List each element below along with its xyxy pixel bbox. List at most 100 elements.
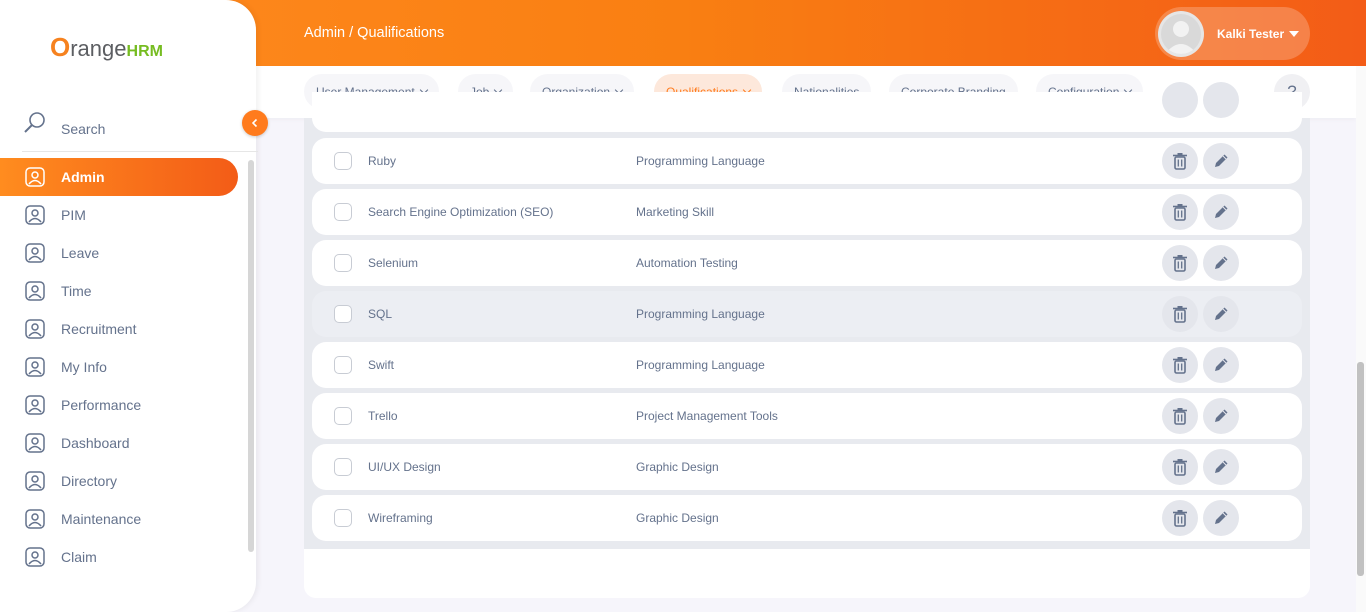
sidebar-item-dashboard[interactable]: Dashboard [0,424,238,462]
delete-button[interactable] [1162,194,1198,230]
skill-category: Project Management Tools [636,409,778,423]
trash-icon [1172,509,1188,527]
skill-name: Search Engine Optimization (SEO) [368,205,554,219]
pencil-icon [1212,152,1230,170]
row-checkbox[interactable] [334,254,352,272]
pencil-icon [1212,458,1230,476]
trash-icon [1172,254,1188,272]
sidebar-item-label: Leave [61,245,100,261]
table-row[interactable]: Swift Programming Language [312,342,1302,388]
sidebar-scrollbar[interactable] [248,160,254,552]
sidebar-item-label: Claim [61,549,97,565]
sidebar-item-recruitment[interactable]: Recruitment [0,310,238,348]
skill-category: Marketing Skill [636,205,715,219]
table-row[interactable]: Wireframing Graphic Design [312,495,1302,541]
skill-name: Wireframing [368,511,433,525]
sidebar-item-performance[interactable]: Performance [0,386,238,424]
row-checkbox[interactable] [334,407,352,425]
search-input[interactable]: Search [61,121,105,137]
skill-name: UI/UX Design [368,460,441,474]
table-row[interactable]: UI/UX Design Graphic Design [312,444,1302,490]
sidebar-item-label: PIM [61,207,86,223]
delete-button[interactable] [1162,398,1198,434]
table-row[interactable] [312,82,1302,132]
row-checkbox[interactable] [334,356,352,374]
edit-button[interactable] [1203,143,1239,179]
table-row[interactable]: Trello Project Management Tools [312,393,1302,439]
table-row[interactable]: SQL Programming Language [312,291,1302,337]
sidebar-item-label: Performance [61,397,142,413]
sidebar-item-time[interactable]: Time [0,272,238,310]
pencil-icon [1212,509,1230,527]
user-menu[interactable]: Kalki Tester [1155,7,1310,60]
skill-category: Programming Language [636,307,765,321]
skill-category: Programming Language [636,154,765,168]
my-info-icon [22,354,48,380]
performance-icon [22,392,48,418]
delete-button[interactable] [1162,449,1198,485]
pencil-icon [1212,407,1230,425]
orangehrm-logo[interactable]: OrangeHRM [50,32,163,63]
claim-icon [22,544,48,570]
collapse-sidebar-button[interactable] [242,110,268,136]
time-icon [22,278,48,304]
edit-button[interactable] [1203,194,1239,230]
trash-icon [1172,152,1188,170]
edit-button[interactable] [1203,296,1239,332]
delete-button[interactable] [1162,347,1198,383]
skill-name: Ruby [368,154,397,168]
delete-button[interactable] [1162,245,1198,281]
sidebar-item-pim[interactable]: PIM [0,196,238,234]
sidebar: OrangeHRM Search Admin PIM Leave Time Recrui… [0,0,258,612]
skill-category: Automation Testing [636,256,738,270]
maintenance-icon [22,506,48,532]
skill-name: SQL [368,307,393,321]
delete-button[interactable] [1162,82,1198,118]
edit-button[interactable] [1203,449,1239,485]
sidebar-item-my-info[interactable]: My Info [0,348,238,386]
delete-button[interactable] [1162,143,1198,179]
sidebar-item-label: Recruitment [61,321,137,337]
skill-category: Graphic Design [636,511,719,525]
table-row[interactable]: Search Engine Optimization (SEO) Marketin… [312,189,1302,235]
table-row[interactable]: Selenium Automation Testing [312,240,1302,286]
skill-name: Swift [368,358,395,372]
row-checkbox[interactable] [334,458,352,476]
pencil-icon [1212,305,1230,323]
trash-icon [1172,203,1188,221]
sidebar-item-directory[interactable]: Directory [0,462,238,500]
trash-icon [1172,356,1188,374]
delete-button[interactable] [1162,500,1198,536]
row-checkbox[interactable] [334,203,352,221]
user-name: Kalki Tester [1217,26,1285,41]
admin-icon [22,164,48,190]
sidebar-item-maintenance[interactable]: Maintenance [0,500,238,538]
trash-icon [1172,407,1188,425]
sidebar-item-label: Maintenance [61,511,142,527]
table-row[interactable]: Ruby Programming Language [312,138,1302,184]
sidebar-item-leave[interactable]: Leave [0,234,238,272]
edit-button[interactable] [1203,245,1239,281]
sidebar-item-label: Admin [61,169,105,185]
chevron-left-icon [251,118,258,128]
row-checkbox[interactable] [334,305,352,323]
recruitment-icon [22,316,48,342]
delete-button[interactable] [1162,296,1198,332]
edit-button[interactable] [1203,398,1239,434]
page-scrollbar-thumb[interactable] [1357,362,1364,576]
directory-icon [22,468,48,494]
pim-icon [22,202,48,228]
edit-button[interactable] [1203,347,1239,383]
edit-button[interactable] [1203,82,1239,118]
sidebar-search[interactable]: Search [22,110,258,152]
pencil-icon [1212,254,1230,272]
trash-icon [1172,305,1188,323]
edit-button[interactable] [1203,500,1239,536]
row-checkbox[interactable] [334,509,352,527]
sidebar-item-admin[interactable]: Admin [0,158,238,196]
row-checkbox[interactable] [334,152,352,170]
skill-category: Programming Language [636,358,765,372]
dashboard-icon [22,430,48,456]
sidebar-item-label: Time [61,283,92,299]
sidebar-item-claim[interactable]: Claim [0,538,238,576]
